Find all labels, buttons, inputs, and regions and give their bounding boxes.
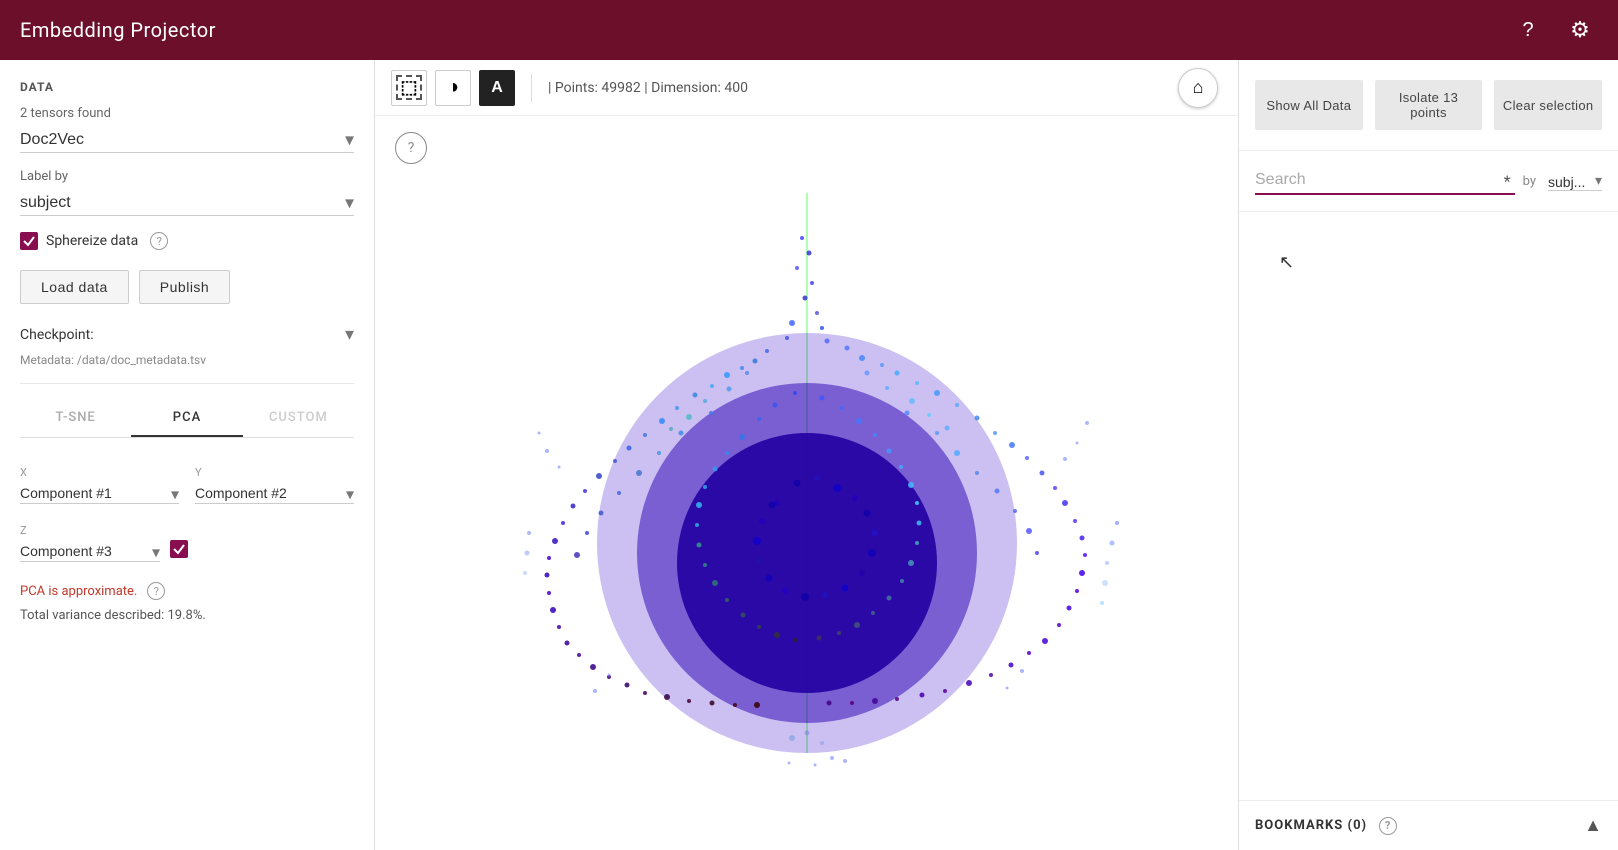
home-button[interactable]: ⌂ [1178, 68, 1218, 108]
right-top-buttons: Show All Data Isolate 13 points Clear se… [1239, 60, 1618, 151]
canvas-toolbar: ⬚ ◑ A | Points: 49982 | Dimension: 400 ⌂ [375, 60, 1238, 116]
xy-axis-row: X Component #1 Component #2 Component #3… [20, 466, 354, 504]
label-select[interactable]: subject [20, 190, 354, 216]
tab-pca[interactable]: PCA [131, 400, 242, 437]
search-by-label: by [1523, 174, 1536, 189]
pca-help-icon[interactable]: ? [147, 582, 165, 600]
isolate-points-button[interactable]: Isolate 13 points [1375, 80, 1483, 130]
label-dropdown-row: subject ▾ [20, 190, 354, 216]
sphereize-row: Sphereize data ? [20, 232, 354, 250]
label-by-text: Label by [20, 169, 354, 184]
header-icons: ? ⚙ [1510, 12, 1598, 48]
tensors-found-text: 2 tensors found [20, 106, 354, 121]
home-icon: ⌂ [1193, 77, 1204, 98]
toolbar-stats: | Points: 49982 | Dimension: 400 [548, 80, 748, 96]
pca-section: X Component #1 Component #2 Component #3… [20, 462, 354, 623]
search-by-select[interactable]: subj... [1548, 174, 1602, 191]
z-axis-group: Z Component #1 Component #2 Component #3… [20, 524, 160, 562]
left-panel: DATA 2 tensors found Doc2Vec ▾ Label by … [0, 60, 375, 850]
pca-note: PCA is approximate. ? [20, 582, 354, 600]
tensor-select[interactable]: Doc2Vec [20, 127, 354, 153]
select-box-button[interactable]: ⬚ [391, 70, 427, 106]
canvas-area[interactable]: ⬚ ◑ A | Points: 49982 | Dimension: 400 ⌂… [375, 60, 1238, 850]
search-area: * by subj... [1239, 151, 1618, 212]
right-panel: Show All Data Isolate 13 points Clear se… [1238, 60, 1618, 850]
night-mode-button[interactable]: ◑ [435, 70, 471, 106]
tab-tsne[interactable]: T-SNE [20, 400, 131, 437]
search-input[interactable] [1255, 167, 1515, 195]
x-select-wrap: Component #1 Component #2 Component #3 ▾ [20, 483, 179, 504]
help-icon-button[interactable]: ? [1510, 12, 1546, 48]
show-all-data-button[interactable]: Show All Data [1255, 80, 1363, 130]
z-enable-checkbox[interactable] [170, 540, 188, 558]
x-axis-label: X [20, 466, 179, 479]
x-axis-group: X Component #1 Component #2 Component #3… [20, 466, 179, 504]
y-select-wrap: Component #1 Component #2 Component #3 ▾ [195, 483, 354, 504]
bookmarks-help-icon[interactable]: ? [1379, 817, 1397, 835]
search-input-wrap: * [1255, 167, 1515, 195]
clear-selection-button[interactable]: Clear selection [1494, 80, 1602, 130]
bookmarks-section[interactable]: BOOKMARKS (0) ? ▲ [1239, 800, 1618, 850]
tensor-dropdown-row: Doc2Vec ▾ [20, 127, 354, 153]
y-component-select[interactable]: Component #1 Component #2 Component #3 [195, 483, 354, 504]
y-axis-label: Y [195, 466, 354, 479]
action-buttons-row: Load data Publish [20, 270, 354, 304]
load-data-button[interactable]: Load data [20, 270, 129, 304]
cursor-area: ↖ [1239, 212, 1618, 800]
variance-text: Total variance described: 19.8%. [20, 608, 354, 623]
y-axis-group: Y Component #1 Component #2 Component #3… [195, 466, 354, 504]
canvas-help-button[interactable]: ? [395, 132, 427, 164]
night-mode-icon: ◑ [447, 76, 459, 99]
checkmark-icon [22, 234, 36, 248]
checkpoint-meta-text: Metadata: /data/doc_metadata.tsv [20, 353, 354, 367]
checkpoint-expand-icon[interactable]: ▾ [345, 324, 354, 345]
sphereize-help-icon[interactable]: ? [150, 232, 168, 250]
label-button[interactable]: A [479, 70, 515, 106]
x-component-select[interactable]: Component #1 Component #2 Component #3 [20, 483, 179, 504]
sphereize-label: Sphereize data [46, 233, 138, 249]
left-scroll-area: DATA 2 tensors found Doc2Vec ▾ Label by … [0, 60, 374, 850]
tab-custom[interactable]: CUSTOM [243, 400, 354, 437]
z-axis-label: Z [20, 524, 160, 537]
cursor-icon: ↖ [1279, 252, 1294, 273]
bookmarks-text: BOOKMARKS (0) [1255, 818, 1367, 833]
embedding-visualization[interactable] [375, 116, 1238, 850]
by-select-wrap: subj... [1548, 172, 1602, 191]
data-section-label: DATA [20, 80, 354, 94]
bug-icon: ⚙ [1570, 17, 1590, 43]
section-divider [20, 383, 354, 384]
bookmarks-label: BOOKMARKS (0) ? [1255, 817, 1397, 835]
z-checkmark-icon [172, 542, 186, 556]
pca-note-text: PCA is approximate. [20, 584, 137, 599]
toolbar-separator [531, 74, 532, 102]
main-content: DATA 2 tensors found Doc2Vec ▾ Label by … [0, 60, 1618, 850]
label-icon: A [491, 79, 503, 97]
search-asterisk-icon: * [1504, 172, 1511, 191]
z-select-wrap: Component #1 Component #2 Component #3 ▾ [20, 541, 160, 562]
bookmarks-expand-icon[interactable]: ▲ [1584, 815, 1602, 836]
checkpoint-row: Checkpoint: ▾ [20, 324, 354, 345]
publish-button[interactable]: Publish [139, 270, 230, 304]
z-component-select[interactable]: Component #1 Component #2 Component #3 [20, 541, 160, 562]
app-title: Embedding Projector [20, 18, 216, 42]
scatter-plot-svg [467, 173, 1147, 793]
select-box-icon: ⬚ [396, 75, 421, 100]
z-axis-row: Z Component #1 Component #2 Component #3… [20, 524, 354, 562]
sphereize-checkbox[interactable] [20, 232, 38, 250]
checkpoint-label: Checkpoint: [20, 327, 94, 343]
app-header: Embedding Projector ? ⚙ [0, 0, 1618, 60]
bug-icon-button[interactable]: ⚙ [1562, 12, 1598, 48]
projection-tabs: T-SNE PCA CUSTOM [20, 400, 354, 438]
question-icon: ? [1522, 19, 1533, 42]
